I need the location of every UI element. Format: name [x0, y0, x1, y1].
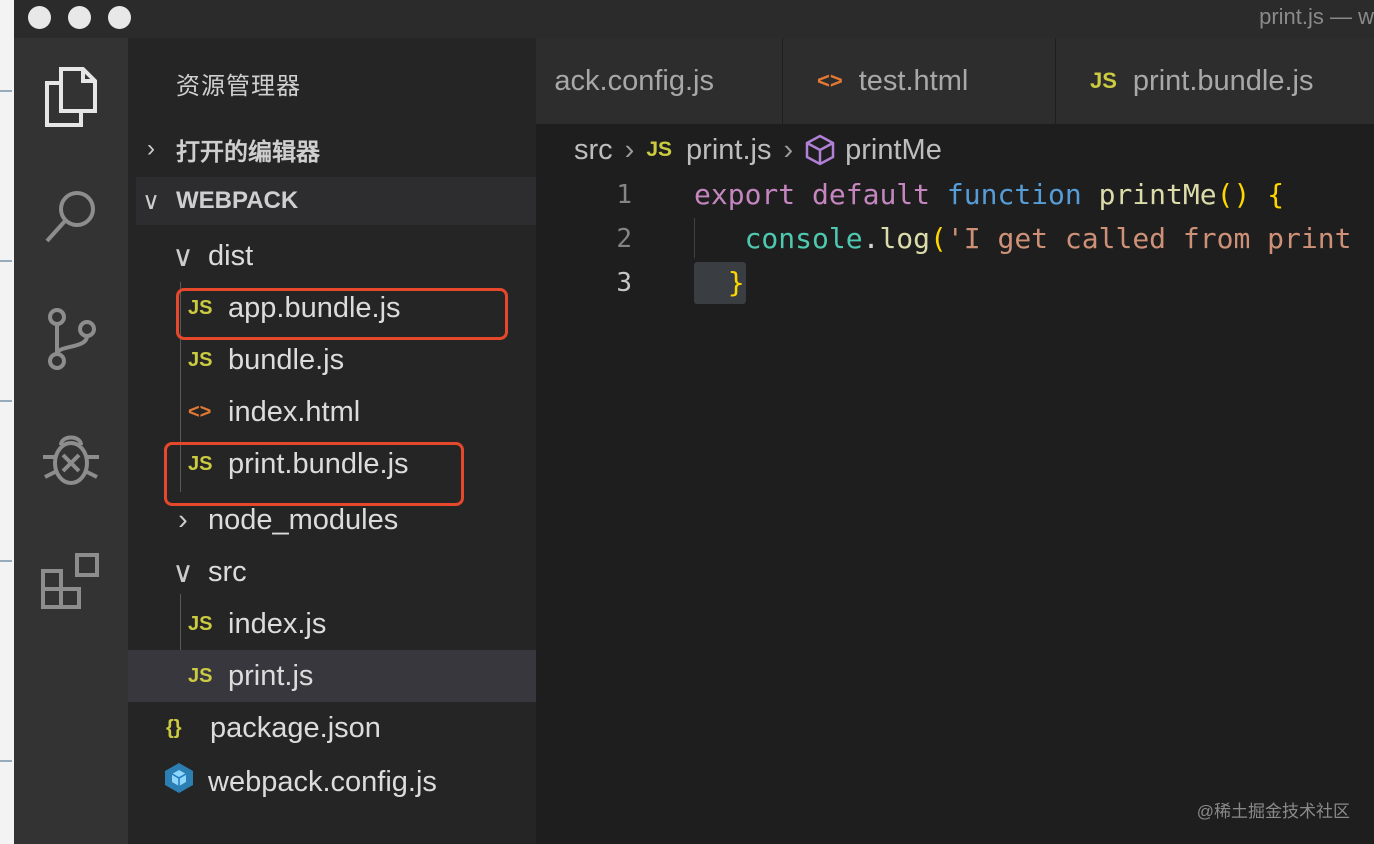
line-number: 2	[616, 224, 632, 254]
chevron-right-icon: ›	[147, 135, 155, 162]
line-number: 1	[616, 180, 632, 210]
breadcrumb-symbol[interactable]: printMe	[845, 134, 942, 167]
json-file-icon: {}	[166, 716, 182, 739]
tree-file-index-js[interactable]: JS index.js	[128, 598, 536, 650]
tree-folder-dist[interactable]: ∨ dist	[128, 230, 536, 282]
annotation-highlight-print-bundle	[164, 442, 464, 506]
tab-label: test.html	[858, 64, 969, 97]
tree-file-print-js[interactable]: JS print.js	[128, 650, 536, 702]
tree-item-label: src	[208, 555, 247, 588]
tree-item-label: node_modules	[208, 503, 399, 536]
tree-item-label: dist	[208, 239, 254, 272]
extensions-icon[interactable]	[36, 546, 106, 616]
chevron-down-icon: ∨	[172, 556, 194, 589]
code-line-2: console.log('I get called from print	[744, 222, 1352, 255]
chevron-right-icon: ›	[783, 133, 794, 166]
tab-print-bundle-js[interactable]: JS print.bundle.js	[1056, 38, 1374, 124]
tree-item-label: webpack.config.js	[208, 765, 437, 798]
breadcrumb-file[interactable]: print.js	[686, 134, 771, 167]
chevron-right-icon: ›	[624, 133, 635, 166]
js-file-icon: JS	[188, 664, 213, 687]
code-line-3: }	[727, 266, 745, 299]
line-number: 3	[616, 268, 632, 298]
open-editors-label: 打开的编辑器	[176, 138, 320, 166]
minimize-window-button[interactable]	[68, 6, 91, 29]
maximize-window-button[interactable]	[108, 6, 131, 29]
tree-item-label: bundle.js	[228, 343, 345, 376]
tree-item-label: index.js	[228, 607, 327, 640]
code-editor[interactable]: 1 2 3 export default function printMe() …	[536, 176, 1374, 844]
tree-item-label: index.html	[228, 395, 361, 428]
tab-label: ack.config.js	[554, 64, 714, 97]
open-editors-section[interactable]: › 打开的编辑器	[136, 125, 536, 173]
js-file-icon: JS	[1090, 68, 1117, 93]
search-icon[interactable]	[36, 182, 106, 252]
js-file-icon: JS	[188, 612, 213, 635]
breadcrumb-folder[interactable]: src	[574, 134, 613, 167]
background-window-edge	[0, 0, 14, 844]
chevron-down-icon: ∨	[172, 240, 194, 273]
breadcrumb: src › JS print.js › printMe	[536, 124, 1374, 176]
editor-tab-bar: ack.config.js <> test.html JS print.bund…	[536, 38, 1374, 124]
close-window-button[interactable]	[28, 6, 51, 29]
tab-label: print.bundle.js	[1132, 64, 1314, 97]
tree-file-bundle-js[interactable]: JS bundle.js	[128, 334, 536, 386]
tree-item-label: package.json	[210, 711, 381, 744]
tree-folder-src[interactable]: ∨ src	[128, 546, 536, 598]
workspace-section[interactable]: ∨ WEBPACK	[136, 177, 536, 225]
method-symbol-icon	[805, 134, 835, 166]
debug-icon[interactable]	[36, 424, 106, 494]
code-line-1: export default function printMe() {	[694, 178, 1285, 211]
explorer-title: 资源管理器	[176, 73, 301, 100]
explorer-sidebar: 资源管理器 › 打开的编辑器 ∨ WEBPACK ∨ dist JS app.b…	[128, 38, 536, 844]
explorer-icon[interactable]	[36, 62, 106, 132]
tree-file-index-html[interactable]: <> index.html	[128, 386, 536, 438]
workspace-label: WEBPACK	[176, 187, 299, 214]
tab-test-html[interactable]: <> test.html	[783, 38, 1056, 124]
watermark: @稀土掘金技术社区	[1196, 802, 1350, 821]
activity-bar	[14, 38, 128, 844]
window-title: print.js — w	[1259, 4, 1374, 29]
chevron-right-icon: ›	[178, 503, 188, 536]
js-file-icon: JS	[646, 138, 673, 161]
source-control-icon[interactable]	[36, 304, 106, 374]
js-file-icon: JS	[188, 348, 213, 371]
tab-webpack-config[interactable]: ack.config.js	[536, 38, 783, 124]
chevron-down-icon: ∨	[142, 187, 160, 215]
html-file-icon: <>	[817, 68, 843, 93]
tree-file-webpack-config-js[interactable]: webpack.config.js	[128, 756, 536, 808]
tree-item-label: print.js	[228, 659, 314, 692]
annotation-highlight-app-bundle	[176, 288, 508, 340]
html-file-icon: <>	[188, 400, 212, 423]
tree-file-package-json[interactable]: {} package.json	[128, 702, 536, 754]
title-bar: print.js — w	[14, 0, 1374, 38]
webpack-cube-icon	[164, 762, 208, 802]
